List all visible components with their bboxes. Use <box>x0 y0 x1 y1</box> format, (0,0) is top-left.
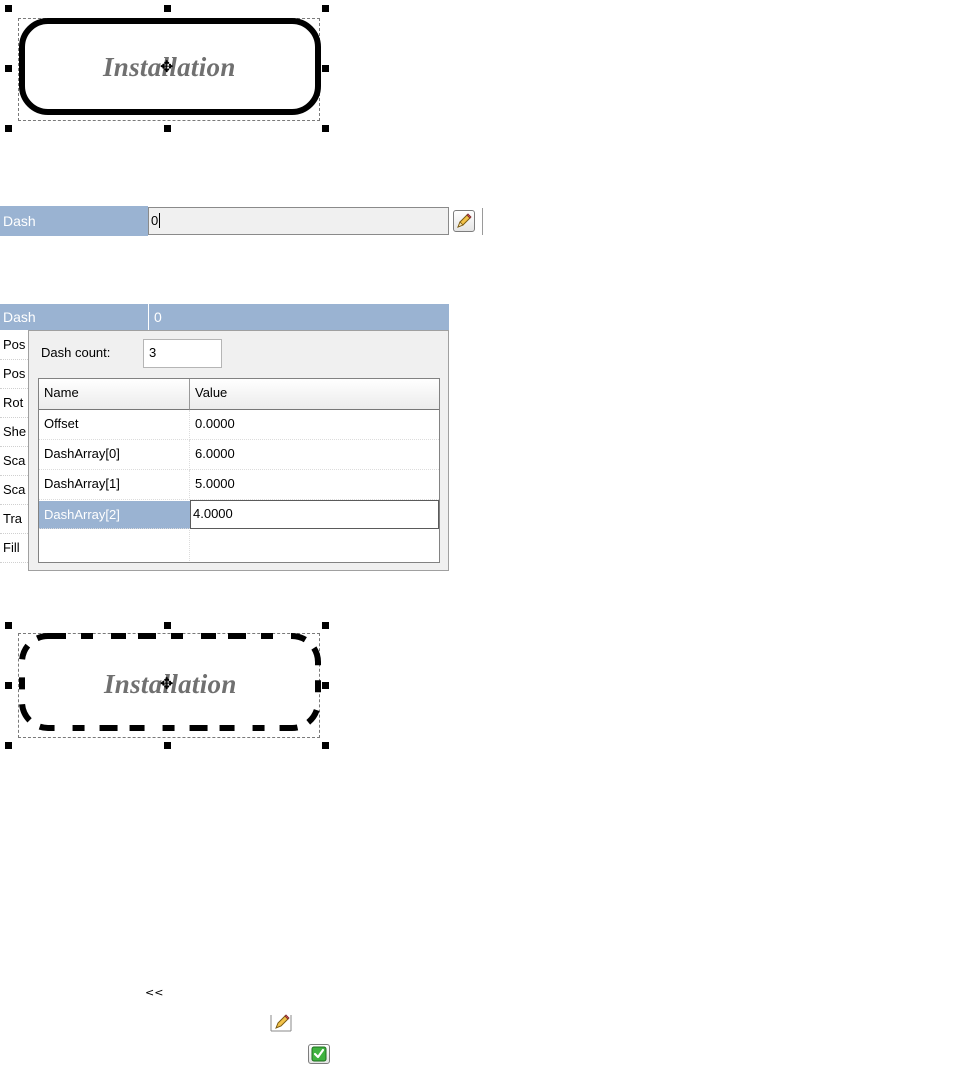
resize-handle-s[interactable] <box>164 125 171 132</box>
grid-row[interactable]: She <box>0 418 28 447</box>
column-header-value[interactable]: Value <box>190 379 439 410</box>
table-row-name[interactable]: DashArray[1] <box>39 470 190 500</box>
pencil-icon <box>457 213 472 228</box>
grid-row[interactable]: Fill <box>0 534 28 563</box>
text-caret <box>159 213 161 228</box>
move-cursor-icon: ✥ <box>160 57 174 76</box>
resize-handle-se[interactable] <box>322 742 329 749</box>
resize-handle-sw[interactable] <box>5 125 12 132</box>
table-row-name-selected[interactable]: DashArray[2] <box>39 501 190 529</box>
table-row-value[interactable]: 6.0000 <box>190 440 439 470</box>
resize-handle-w[interactable] <box>5 65 12 72</box>
checkmark-icon <box>311 1046 327 1062</box>
grid-row[interactable]: Pos <box>0 331 28 360</box>
dash-input-value: 0 <box>151 213 159 228</box>
grid-row[interactable]: Rot <box>0 389 28 418</box>
resize-handle-se[interactable] <box>322 125 329 132</box>
grid-row[interactable]: Pos <box>0 360 28 389</box>
dash-label: Dash <box>0 206 148 236</box>
resize-handle-ne[interactable] <box>322 622 329 629</box>
table-row-name[interactable]: Offset <box>39 410 190 440</box>
resize-handle-s[interactable] <box>164 742 171 749</box>
edit-dash-button[interactable] <box>453 210 475 232</box>
grid-row[interactable]: Sca <box>0 447 28 476</box>
pencil-icon <box>270 1014 292 1032</box>
field-separator <box>482 208 483 235</box>
resize-handle-sw[interactable] <box>5 742 12 749</box>
column-header-name[interactable]: Name <box>39 379 190 410</box>
resize-handle-e[interactable] <box>322 682 329 689</box>
table-row-value-editor[interactable]: 4.0000 <box>190 500 439 529</box>
grid-dash-label: Dash <box>0 304 148 330</box>
resize-handle-n[interactable] <box>164 5 171 12</box>
shape-top[interactable]: Installation ✥ <box>0 0 340 140</box>
resize-handle-w[interactable] <box>5 682 12 689</box>
grid-row[interactable]: Sca <box>0 476 28 505</box>
edit-legend-button[interactable] <box>270 1013 292 1033</box>
collapse-button[interactable]: << <box>145 986 163 999</box>
shape-bottom[interactable]: Installation ✥ <box>0 615 340 755</box>
dash-count-label: Dash count: <box>41 345 111 360</box>
table-row-name[interactable] <box>39 530 190 561</box>
grid-dash-value-text: 0 <box>154 309 162 325</box>
table-row-name[interactable]: DashArray[0] <box>39 440 190 470</box>
resize-handle-nw[interactable] <box>5 622 12 629</box>
dash-input[interactable]: 0 <box>148 207 449 235</box>
property-grid-rows: Pos Pos Rot She Sca Sca Tra Fill <box>0 331 30 571</box>
resize-handle-nw[interactable] <box>5 5 12 12</box>
table-row-value[interactable] <box>190 530 439 561</box>
table-row-value[interactable]: 0.0000 <box>190 410 439 440</box>
resize-handle-ne[interactable] <box>322 5 329 12</box>
resize-handle-e[interactable] <box>322 65 329 72</box>
table-row-value[interactable]: 5.0000 <box>190 470 439 500</box>
move-cursor-icon: ✥ <box>160 674 174 693</box>
grid-dash-value: 0 <box>148 304 449 330</box>
dash-count-input[interactable]: 3 <box>143 339 222 368</box>
resize-handle-n[interactable] <box>164 622 171 629</box>
dash-editor-popup: Dash count: 3 Name Value Offset 0.0000 D… <box>28 330 449 571</box>
dash-table: Name Value Offset 0.0000 DashArray[0] 6.… <box>38 378 440 563</box>
grid-row[interactable]: Tra <box>0 505 28 534</box>
confirm-button[interactable] <box>308 1044 330 1064</box>
